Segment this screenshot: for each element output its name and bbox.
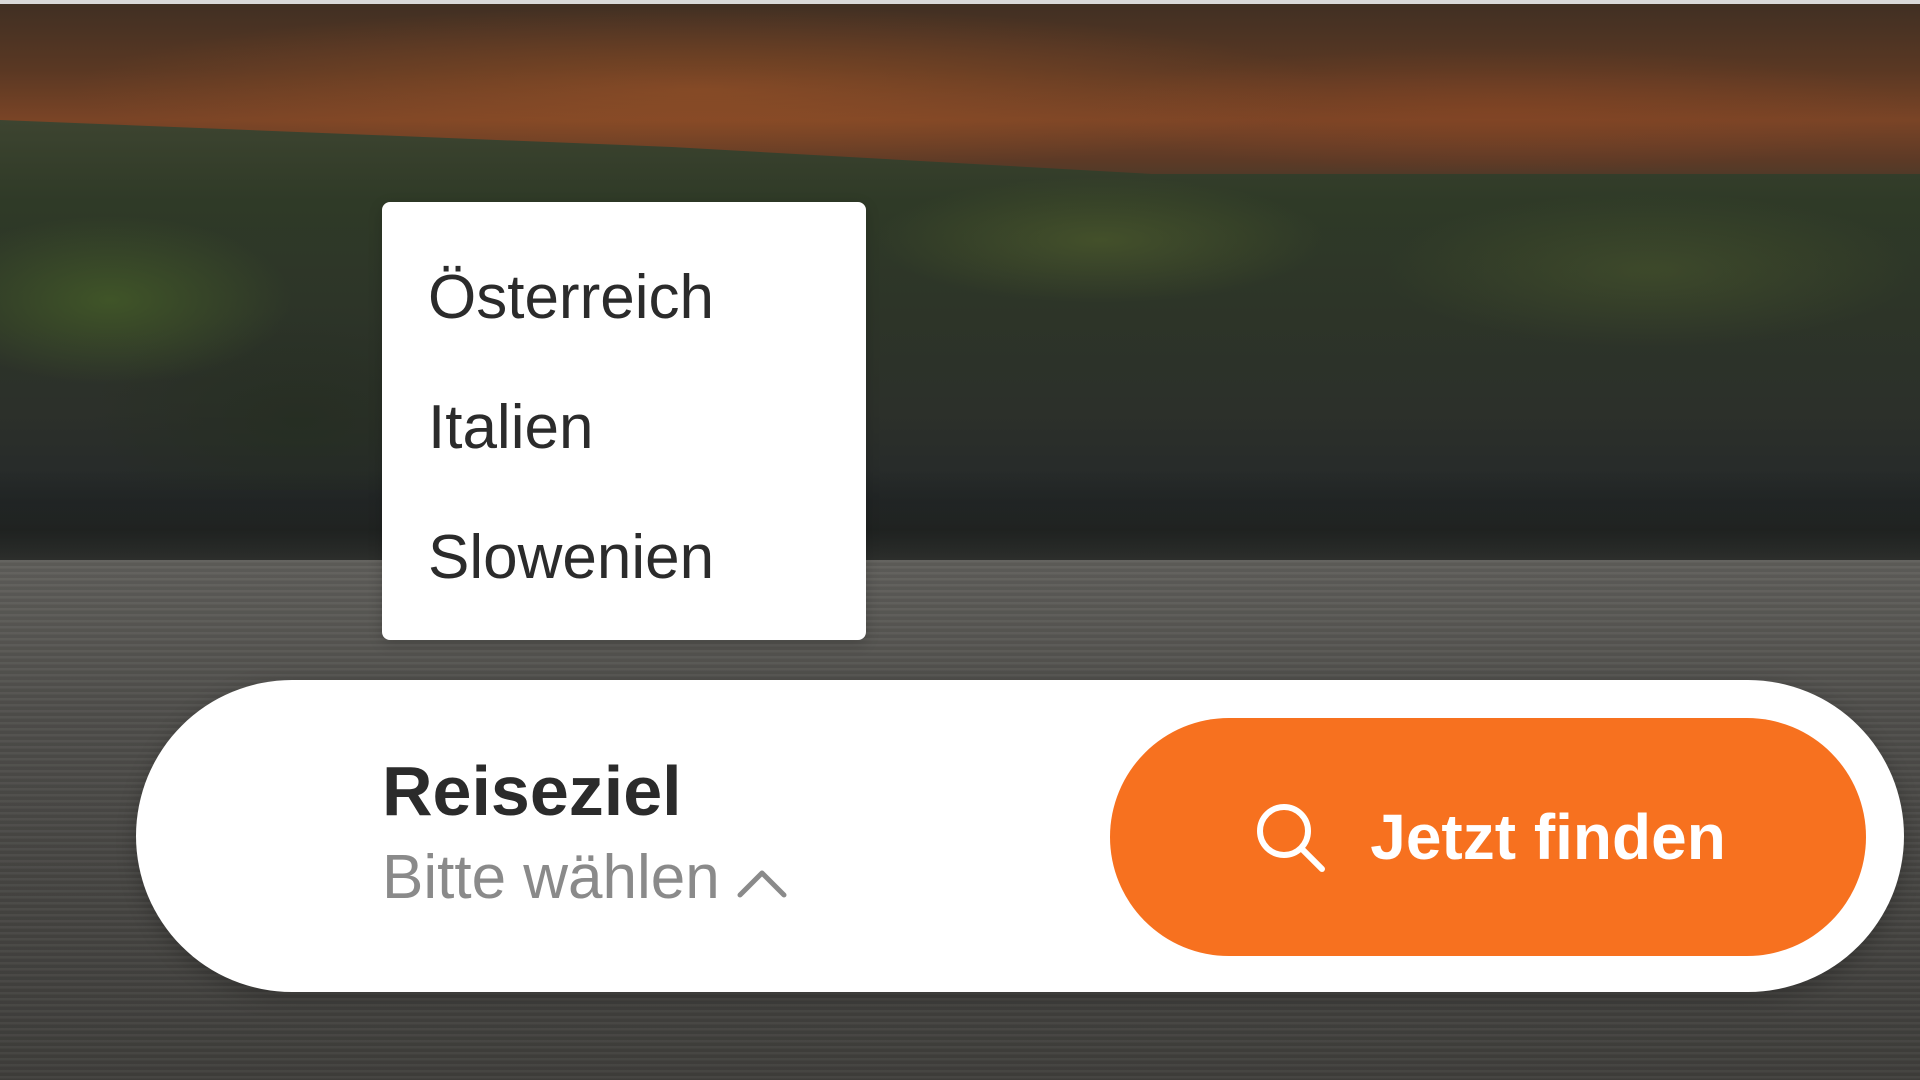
- chevron-up-icon[interactable]: [734, 863, 790, 903]
- search-bar: Reiseziel Bitte wählen Jetzt finden: [136, 680, 1904, 992]
- destination-value-row[interactable]: Bitte wählen: [382, 838, 790, 918]
- find-button-label: Jetzt finden: [1370, 801, 1726, 873]
- find-button[interactable]: Jetzt finden: [1110, 718, 1866, 956]
- destination-select[interactable]: Reiseziel Bitte wählen: [382, 746, 1022, 946]
- search-icon: [1250, 797, 1330, 877]
- top-edge: [0, 0, 1920, 4]
- hero-section: Österreich Italien Slowenien Reiseziel B…: [0, 0, 1920, 1080]
- destination-label: Reiseziel: [382, 752, 682, 830]
- dropdown-option-slowenien[interactable]: Slowenien: [382, 510, 866, 640]
- destination-value: Bitte wählen: [382, 843, 720, 912]
- destination-dropdown-menu: Österreich Italien Slowenien: [382, 202, 866, 640]
- dropdown-option-italien[interactable]: Italien: [382, 380, 866, 510]
- background-moss: [0, 160, 1920, 490]
- dropdown-option-oesterreich[interactable]: Österreich: [382, 250, 866, 380]
